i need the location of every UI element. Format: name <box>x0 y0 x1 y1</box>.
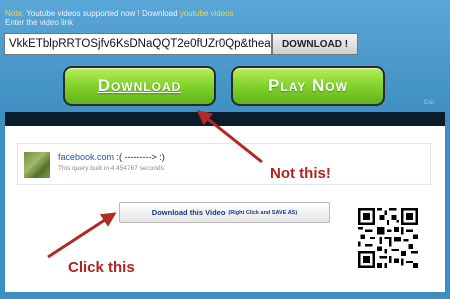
video-url-input[interactable] <box>5 34 271 54</box>
download-video-button[interactable]: Download this Video (Right Click and SAV… <box>119 202 330 223</box>
video-thumbnail[interactable] <box>24 152 50 178</box>
exit-link[interactable]: Exit <box>424 100 434 106</box>
download-big-button[interactable]: Download <box>63 66 216 106</box>
note-line: Note: Youtube videos supported now ! Dow… <box>5 9 234 18</box>
result-title-link[interactable]: facebook.com <box>58 152 114 162</box>
not-this-annotation: Not this! <box>270 165 331 182</box>
qr-code-icon <box>358 208 418 268</box>
result-item: facebook.com :( ---------> :) This query… <box>17 143 431 185</box>
url-field-wrapper <box>4 33 272 55</box>
note-text: Youtube videos supported now ! Download <box>26 9 178 18</box>
play-now-button[interactable]: Play Now <box>231 66 385 106</box>
note-label: Note: <box>5 9 25 18</box>
download-small-button[interactable]: DOWNLOAD ! <box>272 33 358 55</box>
panel-header-bar <box>5 112 445 126</box>
download-video-hint: (Right Click and SAVE AS) <box>228 209 298 216</box>
youtube-videos-link[interactable]: youtube videos <box>180 9 234 18</box>
click-this-annotation: Click this <box>68 259 135 276</box>
query-time-text: This query built in 4.454767 seconds. <box>58 165 166 172</box>
enter-link-label: Enter the video link <box>5 18 74 27</box>
result-title: facebook.com :( ---------> :) <box>58 152 165 162</box>
result-title-text: :( ---------> :) <box>116 152 165 162</box>
play-now-label: Play Now <box>268 76 348 95</box>
download-big-label: Download <box>97 76 182 95</box>
download-video-label: Download this Video <box>151 208 226 217</box>
